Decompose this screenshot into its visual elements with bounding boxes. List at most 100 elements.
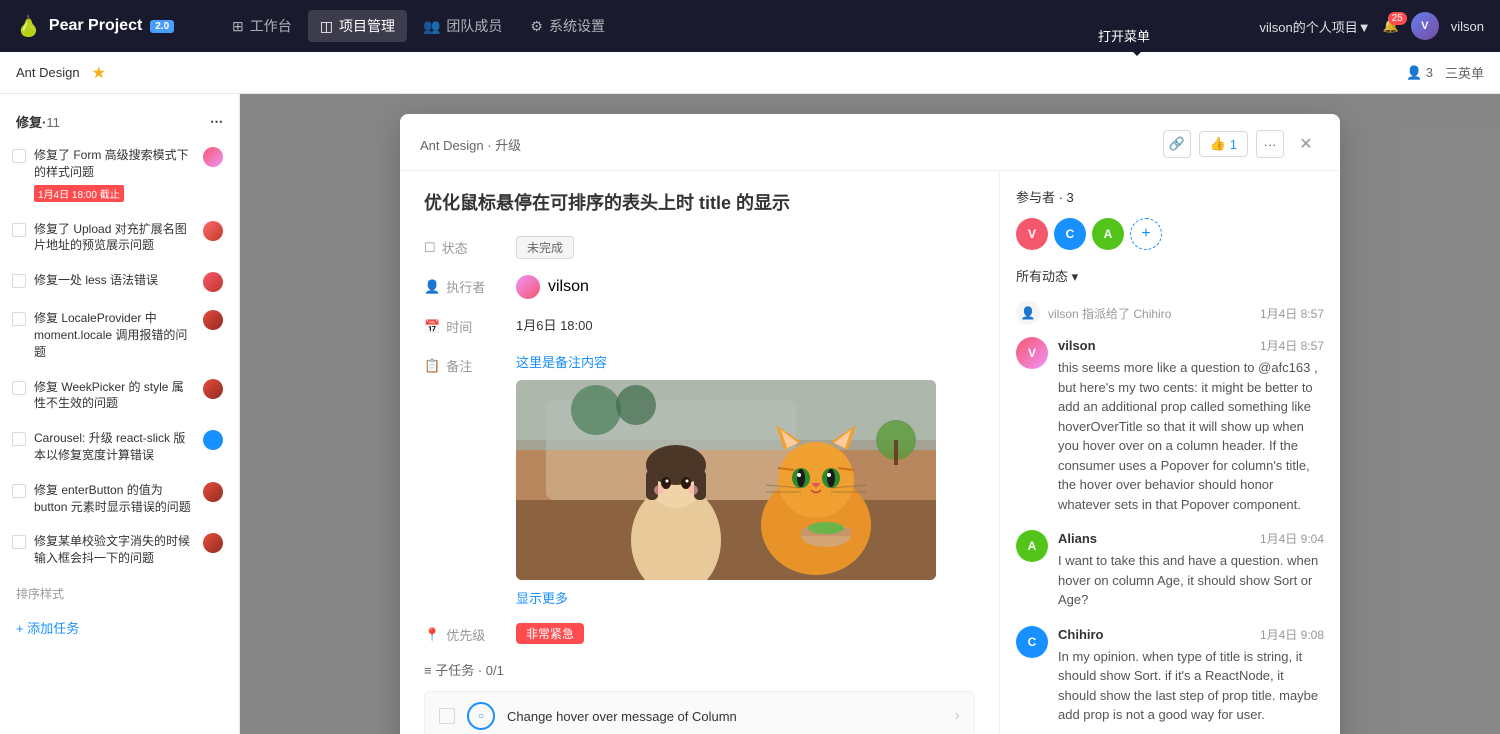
task-item[interactable]: 修复某单校验文字消失的时候输入框会抖一下的问题 [4,525,235,575]
task-text: 修复 LocaleProvider 中 moment.locale 调用报错的问… [34,310,195,360]
executor-field-row: 👤 执行者 vilson [424,275,975,299]
task-text: 修复 WeekPicker 的 style 属性不生效的问题 [34,379,195,413]
version-badge: 2.0 [150,20,174,33]
task-text: 修复某单校验文字消失的时候输入框会抖一下的问题 [34,533,195,567]
user-avatar[interactable]: V [1411,12,1439,40]
task-item[interactable]: 修复了 Form 高级搜索模式下的样式问题 1月4日 18:00 截止 [4,139,235,211]
modal-overlay[interactable]: 打开菜单 Ant Design · 升级 🔗 👍 1 ··· ✕ [240,94,1500,734]
task-item[interactable]: 修复了 Upload 对充扩展名图片地址的预览展示问题 [4,213,235,263]
task-item[interactable]: Carousel: 升级 react-slick 版本以修复宽度计算错误 [4,422,235,472]
nav-project-management[interactable]: ◫ 项目管理 [308,10,407,42]
star-icon[interactable]: ★ [92,63,106,83]
username-label: vilson [1451,19,1484,34]
task-checkbox[interactable] [12,274,26,288]
task-checkbox[interactable] [12,223,26,237]
secondary-navigation: Ant Design ★ 👤 3 三英单 [0,52,1500,94]
subtask-item[interactable]: ○ Change hover over message of Column › [424,691,975,734]
breadcrumb-text: Ant Design [16,65,80,80]
note-icon: 📋 [424,358,440,374]
comment-header-vilson: vilson 1月4日 8:57 [1058,337,1324,354]
executor-name: vilson [548,278,589,296]
task-avatar [203,430,223,450]
like-button[interactable]: 👍 1 [1199,131,1248,157]
subtask-icon: ≡ [424,663,432,678]
activity-text: vilson 指派给了 Chihiro [1048,305,1171,322]
app-title: Pear Project [49,17,142,35]
role-label: 三英单 [1445,63,1484,82]
link-button[interactable]: 🔗 [1163,130,1191,158]
status-value[interactable]: 未完成 [516,236,574,259]
section-label: 修复·11 [16,112,60,131]
note-link[interactable]: 这里是备注内容 [516,355,607,370]
user-project-selector[interactable]: vilson的个人项目▼ [1259,17,1370,36]
secondary-nav-right: 👤 3 三英单 [1406,63,1484,82]
task-text: 修复了 Form 高级搜索模式下的样式问题 [34,147,195,181]
participant-avatar-chihiro[interactable]: C [1054,218,1086,250]
nav-system-settings[interactable]: ⚙ 系统设置 [518,10,617,42]
time-value: 1月6日 18:00 [516,315,593,334]
task-checkbox[interactable] [12,484,26,498]
add-task-button[interactable]: + 添加任务 [0,610,239,645]
comment-header-chihiro: Chihiro 1月4日 9:08 [1058,626,1324,643]
more-options-button[interactable]: ··· [1256,130,1284,158]
comment-vilson: V vilson 1月4日 8:57 this seems more like … [1016,337,1324,514]
team-icon: 👥 [423,18,440,35]
main-area: 修复·11 ⋯ 修复了 Form 高级搜索模式下的样式问题 1月4日 18:00… [0,94,1500,734]
note-content: 这里是备注内容 [516,352,975,607]
task-item[interactable]: 修复 enterButton 的值为 button 元素时显示错误的问题 [4,474,235,524]
close-modal-button[interactable]: ✕ [1292,130,1320,158]
person-icon: 👤 [424,279,440,295]
task-text: 修复一处 less 语法错误 [34,272,195,289]
comment-text-vilson: this seems more like a question to @afc1… [1058,358,1324,514]
settings-label: 系统设置 [549,16,605,36]
show-more-link[interactable]: 显示更多 [516,588,975,607]
subtask-checkbox[interactable] [439,708,455,724]
nav-team-members[interactable]: 👥 团队成员 [411,10,514,42]
task-avatar [203,221,223,241]
modal-header-actions: 🔗 👍 1 ··· ✕ [1163,130,1320,158]
activity-filter[interactable]: 所有动态 ▾ [1016,266,1324,285]
priority-icon: 📍 [424,627,440,643]
executor-value: vilson [516,275,589,299]
task-detail-modal: Ant Design · 升级 🔗 👍 1 ··· ✕ [400,114,1340,734]
section-settings-icon[interactable]: ⋯ [210,114,223,130]
task-checkbox[interactable] [12,381,26,395]
add-participant-button[interactable]: + [1130,218,1162,250]
sortable-text: 排序样式 [0,577,239,610]
comment-name-chihiro: Chihiro [1058,627,1104,642]
status-label: ☐ 状态 [424,236,504,257]
nav-workbench[interactable]: ⊞ 工作台 [220,10,304,42]
nav-items: ⊞ 工作台 ◫ 项目管理 👥 团队成员 ⚙ 系统设置 [220,10,1235,42]
task-avatar [203,533,223,553]
task-avatar [203,272,223,292]
task-checkbox[interactable] [12,149,26,163]
task-checkbox[interactable] [12,432,26,446]
comment-avatar-alians: A [1016,530,1048,562]
executor-label: 👤 执行者 [424,275,504,296]
time-label: 📅 时间 [424,315,504,336]
task-item[interactable]: 修复 WeekPicker 的 style 属性不生效的问题 [4,371,235,421]
comment-time-chihiro: 1月4日 9:08 [1260,626,1324,643]
participant-avatar-vilson[interactable]: V [1016,218,1048,250]
notification-bell[interactable]: 🔔 25 [1383,18,1399,34]
settings-icon: ⚙ [530,18,543,35]
participants-header: 参与者 · 3 [1016,187,1324,206]
modal-body: 优化鼠标悬停在可排序的表头上时 title 的显示 ☐ 状态 未完成 [400,171,1340,734]
modal-left-panel: 优化鼠标悬停在可排序的表头上时 title 的显示 ☐ 状态 未完成 [400,171,1000,734]
note-field-row: 📋 备注 这里是备注内容 [424,352,975,607]
team-label: 团队成员 [446,16,502,36]
task-checkbox[interactable] [12,535,26,549]
modal-header: Ant Design · 升级 🔗 👍 1 ··· ✕ [400,114,1340,171]
participant-avatar-alians[interactable]: A [1092,218,1124,250]
task-avatar [203,147,223,167]
sidebar: 修复·11 ⋯ 修复了 Form 高级搜索模式下的样式问题 1月4日 18:00… [0,94,240,734]
project-icon: ◫ [320,18,333,35]
activity-time: 1月4日 8:57 [1260,305,1324,322]
executor-avatar [516,275,540,299]
task-item[interactable]: 修复 LocaleProvider 中 moment.locale 调用报错的问… [4,302,235,368]
task-item[interactable]: 修复一处 less 语法错误 [4,264,235,300]
priority-value[interactable]: 非常紧急 [516,623,584,644]
checkbox-icon: ☐ [424,240,436,256]
task-checkbox[interactable] [12,312,26,326]
time-field-row: 📅 时间 1月6日 18:00 [424,315,975,336]
